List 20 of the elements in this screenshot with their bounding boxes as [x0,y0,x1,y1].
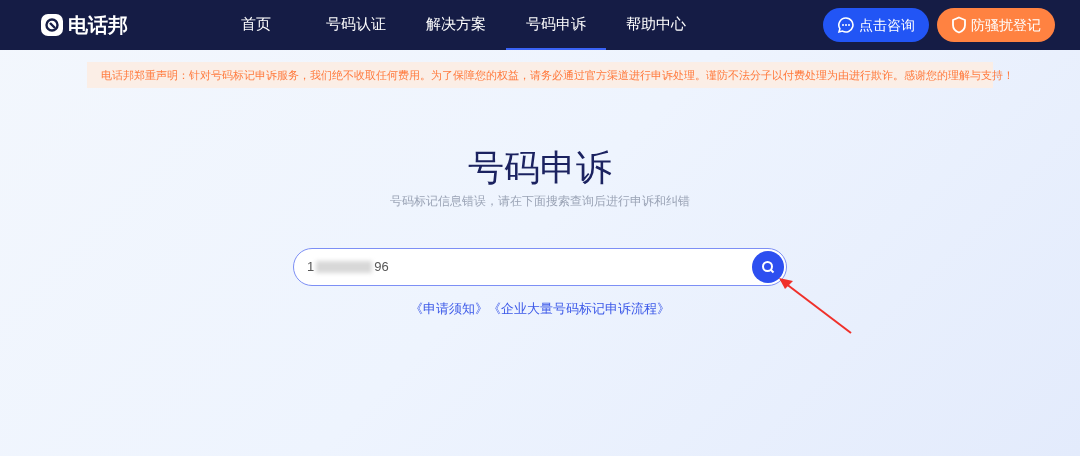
logo-text: 电话邦 [68,13,128,38]
notice-text: 电话邦郑重声明：针对号码标记申诉服务，我们绝不收取任何费用。为了保障您的权益，请务必通过官方渠道进行申诉处理。谨防不法分子以付费处理为由进行欺诈。感谢您的理解与支持！ [101,67,1014,83]
logo-icon [40,13,64,37]
search-icon [761,260,775,274]
nav-tab[interactable]: 解决方案 [406,0,506,50]
nav-tab[interactable]: 号码认证 [306,0,406,50]
search-button[interactable] [752,251,784,283]
nav-tab[interactable]: 首页 [206,0,306,50]
shield-icon [951,16,967,34]
search-field[interactable]: 1 96 [293,248,787,286]
nav-tab[interactable]: 帮助中心 [606,0,706,50]
consult-button[interactable]: 点击咨询 [823,8,929,42]
page-subtitle: 号码标记信息错误，请在下面搜索查询后进行申诉和纠错 [390,193,690,210]
search-value-end: 96 [374,258,389,277]
help-link[interactable]: 《申请须知》 [410,299,488,319]
page-title: 号码申诉 [468,146,612,190]
nav-tab[interactable]: 号码申诉 [506,0,606,50]
search-value-start: 1 [307,258,315,277]
help-link[interactable]: 《企业大量号码标记申诉流程》 [488,299,670,319]
chat-bubble-icon [837,16,855,34]
